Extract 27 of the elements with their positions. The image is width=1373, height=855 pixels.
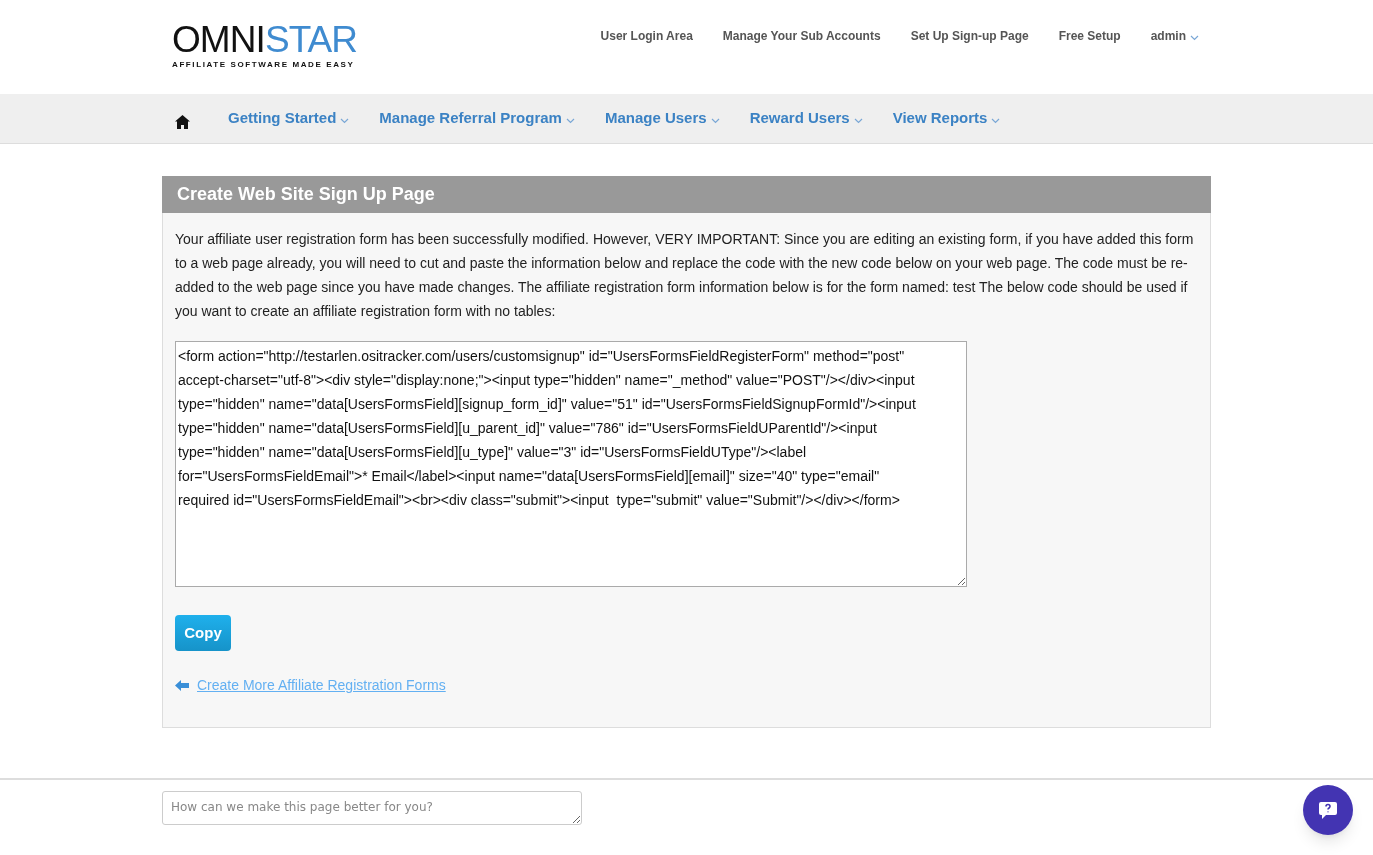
nav-menu-item[interactable]: Manage Users [604,107,720,130]
top-link[interactable]: Manage Your Sub Accounts [722,27,881,45]
feedback-field[interactable]: How can we make this page better for you? [162,791,582,825]
caret-icon [340,117,350,124]
top-link[interactable]: User Login Area [600,27,693,45]
top-link[interactable]: Set Up Sign-up Page [910,27,1029,45]
top-link[interactable]: admin [1150,27,1199,45]
home-icon[interactable] [175,114,190,129]
help-chat-icon [1318,800,1338,820]
panel-header: Create Web Site Sign Up Page [162,176,1211,213]
nav-menu-item[interactable]: Reward Users [749,107,863,130]
success-message: Your affiliate user registration form has been successfully modified. However, VERY IMPORTANT: Since you are editing an existing form, if you have added this form to a web page already, you will need to cut and paste the information below and replace the code with the new code below on your web page. The code must be re-added to the web page since you have made changes. The affiliate registration form information below is for the form named: test The below code should be used if you want to create an affiliate registration form with no tables: [175,230,1195,321]
top-link[interactable]: Free Setup [1058,27,1121,45]
caret-icon [853,117,863,124]
nav-menu-item[interactable]: Manage Referral Program [379,107,575,130]
create-forms-link[interactable]: Create More Affiliate Registration Forms [197,675,446,696]
copy-button[interactable]: Copy [175,615,231,651]
nav-menu-item[interactable]: Getting Started [228,107,350,130]
arrow-left-icon [175,680,189,691]
caret-icon [991,117,1001,124]
logo-wordmark: OMNISTAR [172,23,358,57]
logo-tagline: AFFILIATE SOFTWARE MADE EASY [172,59,356,71]
nav-menu-item[interactable]: View Reports [892,107,1001,130]
caret-icon [710,117,720,124]
code-textarea[interactable]: <form action="http://testarlen.ositracker.com/users/customsignup" id="UsersFormsFieldRegisterForm" method="post" accept-charset="utf-8"><div style="display:none;"><input type="hidden" name="_method" value="POST"/></div><input type="hidden" name="data[UsersFormsField][signup_form_id]" value="51" id="UsersFormsFieldSignupFormId"/><input type="hidden" name="data[UsersFormsField][u_parent_id]" value="786" id="UsersFormsFieldUParentId"/><input type="hidden" name="data[UsersFormsField][u_type]" value="3" id="UsersFormsFieldUType"/><label for="UsersFormsFieldEmail">* Email</label><input name="data[UsersFormsField][email]" size="40" type="email" required id="UsersFormsFieldEmail"><br><div class="submit"><input type="submit" value="Submit"/></div></form> [175,341,967,587]
help-chat-button[interactable] [1303,785,1353,835]
caret-icon [565,117,575,124]
